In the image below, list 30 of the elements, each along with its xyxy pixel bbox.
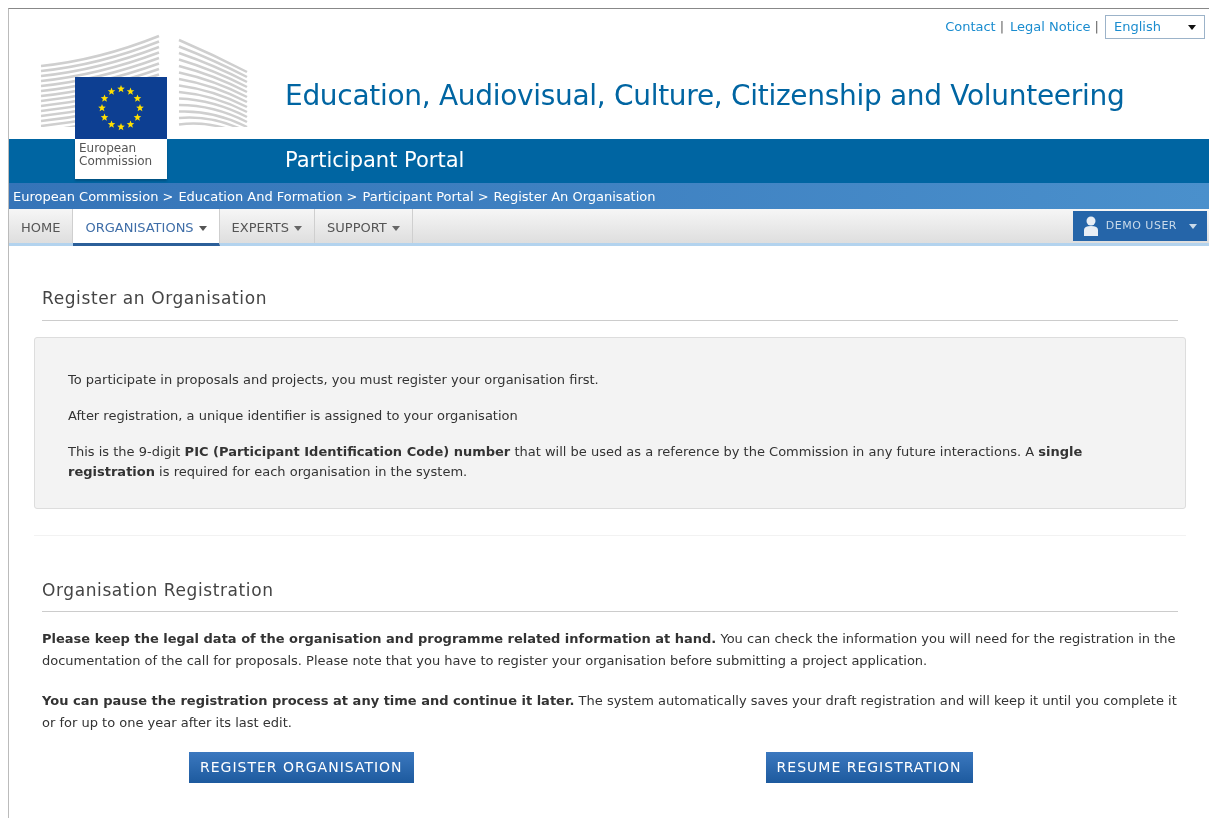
paragraph: To participate in proposals and projects, you must register your organisation first.: [68, 370, 600, 389]
paragraph: This is the 9-digit PIC (Participant Identification Code) number that will be used as a reference by the Commission in any future interactions. A single registration is required for each organisation in the system.: [68, 442, 1084, 481]
header-link[interactable]: Legal Notice: [1010, 17, 1091, 37]
breadcrumb-link[interactable]: Register An Organisation: [493, 189, 656, 204]
paragraph: After registration, a unique identifier is assigned to your organisation: [68, 406, 519, 425]
language-value: English: [1114, 18, 1161, 37]
paragraph: You can pause the registration process at any time and continue it later. The system automatically saves your draft registration and will keep it until you complete it or for up to one year after its last edit.: [42, 692, 1178, 732]
eu-flag-icon: [75, 77, 167, 139]
breadcrumb-link[interactable]: Education And Formation >: [178, 189, 358, 204]
section-title: Register an Organisation: [42, 286, 1178, 321]
action-button[interactable]: RESUME REGISTRATION: [765, 752, 973, 783]
link-separator: |: [1094, 18, 1099, 37]
user-icon: [1082, 216, 1099, 236]
nav-tab[interactable]: SUPPORT: [315, 209, 413, 243]
breadcrumb-link[interactable]: Participant Portal >: [362, 189, 489, 204]
caret-icon: [1188, 24, 1196, 30]
site-title: Education, Audiovisual, Culture, Citizenship and Volunteering: [285, 78, 1126, 114]
caret-icon: [1189, 223, 1197, 229]
header-link[interactable]: Contact: [945, 17, 996, 37]
nav-tab[interactable]: ORGANISATIONS: [73, 209, 220, 246]
breadcrumb-link[interactable]: European Commission >: [13, 189, 174, 204]
language-select[interactable]: English: [1105, 15, 1205, 39]
nav-tab[interactable]: EXPERTS: [219, 209, 316, 243]
link-separator: |: [999, 18, 1005, 37]
action-button[interactable]: REGISTER ORGANISATION: [189, 752, 414, 783]
logo-text: European Commission: [75, 139, 167, 179]
user-menu-button[interactable]: DEMO USER: [1072, 211, 1207, 241]
paragraph: Please keep the legal data of the organisation and programme related information at hand. You can check the information you will need for the registration in the documentation of the call for proposals. Please note that you have to register your organisation before submitting a project application.: [42, 630, 1177, 670]
portal-name: Participant Portal: [285, 148, 465, 172]
section-title: Organisation Registration: [42, 577, 1178, 612]
